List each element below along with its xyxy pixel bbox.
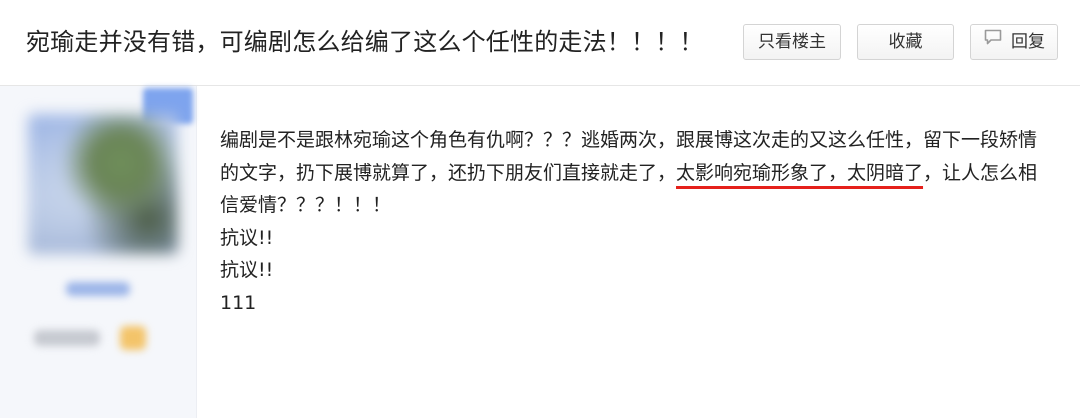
author-level-label (34, 330, 100, 346)
only-op-button[interactable]: 只看楼主 (743, 24, 841, 60)
reply-label: 回复 (1011, 32, 1045, 52)
post-paragraph: 编剧是不是跟林宛瑜这个角色有仇啊？？？逃婚两次，跟展博这次走的又这么任性，留下一… (220, 124, 1050, 222)
favorite-label: 收藏 (888, 32, 923, 52)
avatar[interactable] (28, 114, 178, 254)
thread-title: 宛瑜走并没有错，可编剧怎么给编了这么个任性的走法！！！！ (26, 28, 704, 56)
post-line-1: 抗议!! (220, 226, 274, 249)
author-sidebar (0, 86, 197, 418)
reply-button[interactable]: 回复 (970, 24, 1058, 60)
only-op-label: 只看楼主 (758, 32, 826, 52)
author-name[interactable] (66, 282, 130, 296)
forum-thread-page: 宛瑜走并没有错，可编剧怎么给编了这么个任性的走法！！！！ 只看楼主 收藏 回复 … (0, 0, 1080, 418)
post-content: 编剧是不是跟林宛瑜这个角色有仇啊？？？逃婚两次，跟展博这次走的又这么任性，留下一… (220, 124, 1050, 319)
post-line-3: 111 (220, 291, 257, 314)
highlighted-text: 太影响宛瑜形象了，太阴暗了 (676, 161, 924, 184)
speech-bubble-icon (983, 24, 1003, 58)
author-level-badge (120, 326, 146, 350)
post-line-2: 抗议!! (220, 259, 274, 281)
thread-header: 宛瑜走并没有错，可编剧怎么给编了这么个任性的走法！！！！ 只看楼主 收藏 回复 (0, 0, 1080, 86)
favorite-button[interactable]: 收藏 (857, 24, 954, 60)
